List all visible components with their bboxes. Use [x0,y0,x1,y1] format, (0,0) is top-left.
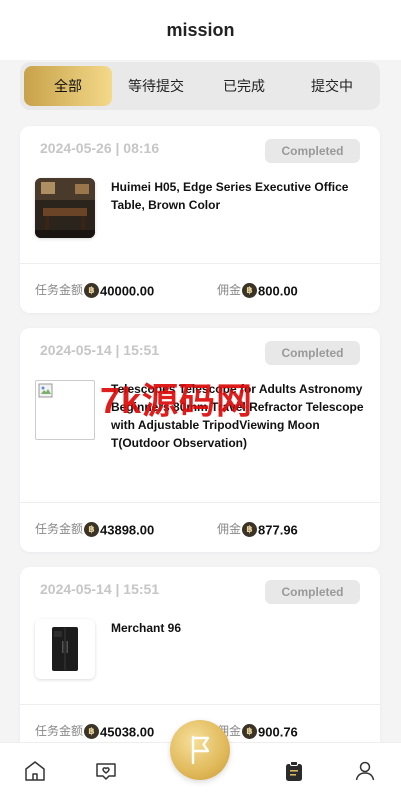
task-amount: 任务金额฿ 45038.00 [35,722,155,740]
task-amount-label: 任务金额 [35,724,84,738]
task-amount-label: 任务金额 [35,283,84,297]
broken-image-icon [35,380,95,440]
order-date: 2024-05-14 | 15:51 [40,581,160,597]
baht-coin-icon: ฿ [84,522,100,538]
task-amount-value: 43898.00 [100,522,155,538]
page-title: mission [166,20,235,40]
commission: 佣金฿ 800.00 [217,281,298,299]
order-date: 2024-05-14 | 15:51 [40,342,160,358]
message-shield-icon[interactable] [94,759,118,783]
task-center-button[interactable] [170,720,230,780]
baht-coin-icon: ฿ [84,283,100,299]
office-table-photo [35,178,95,238]
status-badge: Completed [265,580,360,604]
commission-value: 900.76 [258,724,298,740]
commission: 佣金฿ 877.96 [217,520,298,538]
status-badge: Completed [265,139,360,163]
product-name: Huimei H05, Edge Series Executive Office… [111,180,349,212]
task-amount: 任务金额฿ 40000.00 [35,281,155,299]
order-card[interactable]: 2024-05-14 | 15:51 Completed Telescopes … [20,328,380,552]
header: mission [0,0,401,60]
profile-icon[interactable] [353,759,377,783]
order-card[interactable]: 2024-05-26 | 08:16 Completed Huimei H05,… [20,126,380,313]
divider [20,704,380,705]
baht-coin-icon: ฿ [242,724,258,740]
task-amount-value: 40000.00 [100,283,155,299]
divider [20,263,380,264]
task-amount: 任务金额฿ 43898.00 [35,520,155,538]
commission-label: 佣金 [217,522,242,536]
refrigerator-photo [35,619,95,679]
flag-icon [191,735,210,765]
task-amount-label: 任务金额 [35,522,84,536]
clipboard-icon[interactable] [282,759,306,783]
status-tabs: 全部 等待提交 已完成 提交中 [20,62,380,110]
baht-coin-icon: ฿ [242,522,258,538]
commission-label: 佣金 [217,283,242,297]
watermark: 7k源码网 [100,380,254,421]
tab-completed[interactable]: 已完成 [200,66,288,106]
tab-submitting[interactable]: 提交中 [288,66,376,106]
baht-coin-icon: ฿ [242,283,258,299]
divider [20,502,380,503]
baht-coin-icon: ฿ [84,724,100,740]
tab-all[interactable]: 全部 [24,66,112,106]
task-amount-value: 45038.00 [100,724,155,740]
status-badge: Completed [265,341,360,365]
product-name: Merchant 96 [111,621,182,635]
commission-value: 877.96 [258,522,298,538]
order-date: 2024-05-26 | 08:16 [40,140,160,156]
tab-pending[interactable]: 等待提交 [112,66,200,106]
home-icon[interactable] [23,759,47,783]
commission-value: 800.00 [258,283,298,299]
